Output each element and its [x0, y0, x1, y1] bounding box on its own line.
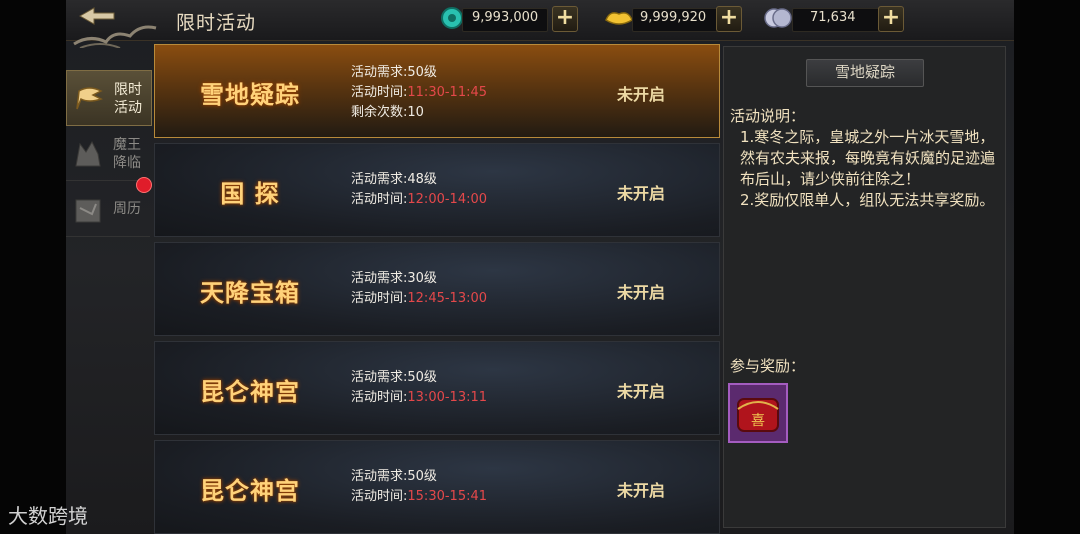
currency-jade: 9,993,000 +	[440, 6, 578, 32]
activity-time-label: 活动时间:	[351, 390, 408, 405]
activity-status: 未开启	[617, 283, 666, 302]
sidebar-item-demon-king[interactable]: 魔王降临	[66, 126, 150, 181]
activity-requirement: 活动需求:48级	[351, 172, 437, 187]
left-border	[0, 0, 66, 534]
currency-silver: 71,634 +	[764, 6, 904, 32]
detail-title: 雪地疑踪	[806, 59, 924, 87]
description-heading: 活动说明：	[730, 107, 806, 125]
wolf-head-icon	[75, 140, 101, 167]
activity-status: 未开启	[617, 85, 666, 104]
reward-heading: 参与奖励：	[730, 357, 806, 375]
notification-badge	[136, 177, 152, 193]
silver-coin-icon	[764, 8, 792, 28]
calendar-icon	[75, 199, 101, 223]
activity-requirement: 活动需求:30级	[351, 271, 437, 286]
activity-info: 活动需求:30级 活动时间:12:45-13:00	[351, 269, 487, 309]
activity-requirement: 活动需求:50级	[351, 469, 437, 484]
sidebar-item-label: 周历	[113, 201, 141, 217]
jade-value: 9,993,000	[472, 10, 539, 25]
activity-name: 天降宝箱	[200, 279, 300, 307]
activity-time-label: 活动时间:	[351, 192, 408, 207]
silver-value: 71,634	[810, 10, 856, 25]
activity-time: 12:00-14:00	[407, 192, 488, 207]
flag-icon	[76, 87, 103, 110]
back-arrow-icon[interactable]	[78, 6, 118, 26]
sidebar-item-limited-events[interactable]: 限时活动	[66, 70, 152, 126]
watermark: 大数跨境	[8, 504, 88, 528]
reward-item[interactable]: 喜	[728, 383, 788, 443]
activity-status: 未开启	[617, 382, 666, 401]
activity-info: 活动需求:50级 活动时间:13:00-13:11	[351, 368, 487, 408]
jade-icon	[441, 7, 463, 29]
activity-time-label: 活动时间:	[351, 85, 408, 100]
activity-name: 国 探	[220, 180, 280, 208]
currency-gold: 9,999,920 +	[604, 6, 742, 32]
activity-time: 13:00-13:11	[407, 390, 488, 405]
activity-remaining: 剩余次数:10	[351, 105, 424, 120]
treasure-chest-icon: 喜	[737, 398, 779, 432]
activity-requirement: 活动需求:50级	[351, 65, 437, 80]
activity-time: 15:30-15:41	[407, 489, 488, 504]
activity-time-label: 活动时间:	[351, 489, 408, 504]
activity-status: 未开启	[617, 184, 666, 203]
activity-row[interactable]: 昆仑神宫 活动需求:50级 活动时间:15:30-15:41 未开启	[154, 440, 720, 534]
activity-row[interactable]: 国 探 活动需求:48级 活动时间:12:00-14:00 未开启	[154, 143, 720, 237]
description-line: 1.寒冬之际，皇城之外一片冰天雪地，然有农夫来报，每晚竟有妖魔的足迹遍布后山，请…	[740, 128, 996, 188]
add-jade-button[interactable]: +	[552, 6, 578, 32]
activity-time: 12:45-13:00	[407, 291, 488, 306]
activity-row[interactable]: 天降宝箱 活动需求:30级 活动时间:12:45-13:00 未开启	[154, 242, 720, 336]
activity-info: 活动需求:50级 活动时间:11:30-11:45 剩余次数:10	[351, 63, 487, 123]
activity-info: 活动需求:48级 活动时间:12:00-14:00	[351, 170, 487, 210]
description-text: 1.寒冬之际，皇城之外一片冰天雪地，然有农夫来报，每晚竟有妖魔的足迹遍布后山，请…	[740, 127, 998, 211]
gold-value: 9,999,920	[640, 10, 707, 25]
sidebar-item-label: 限时活动	[114, 82, 142, 116]
add-gold-button[interactable]: +	[716, 6, 742, 32]
activity-name: 昆仑神宫	[200, 378, 300, 406]
activity-name: 昆仑神宫	[200, 477, 300, 505]
activity-detail-panel: 雪地疑踪 活动说明： 1.寒冬之际，皇城之外一片冰天雪地，然有农夫来报，每晚竟有…	[723, 46, 1006, 528]
activity-status: 未开启	[617, 481, 666, 500]
chest-char: 喜	[751, 413, 765, 429]
activity-row[interactable]: 昆仑神宫 活动需求:50级 活动时间:13:00-13:11 未开启	[154, 341, 720, 435]
activity-row[interactable]: 雪地疑踪 活动需求:50级 活动时间:11:30-11:45 剩余次数:10 未…	[154, 44, 720, 138]
activity-time-label: 活动时间:	[351, 291, 408, 306]
activity-name: 雪地疑踪	[200, 81, 300, 109]
activity-info: 活动需求:50级 活动时间:15:30-15:41	[351, 467, 487, 507]
sidebar-item-label: 魔王降临	[113, 137, 141, 171]
page-title: 限时活动	[176, 12, 257, 34]
add-silver-button[interactable]: +	[878, 6, 904, 32]
activity-requirement: 活动需求:50级	[351, 370, 437, 385]
activity-time: 11:30-11:45	[407, 85, 488, 100]
right-border	[1014, 0, 1080, 534]
description-line: 2.奖励仅限单人，组队无法共享奖励。	[740, 191, 995, 209]
gold-ingot-icon	[605, 12, 633, 25]
